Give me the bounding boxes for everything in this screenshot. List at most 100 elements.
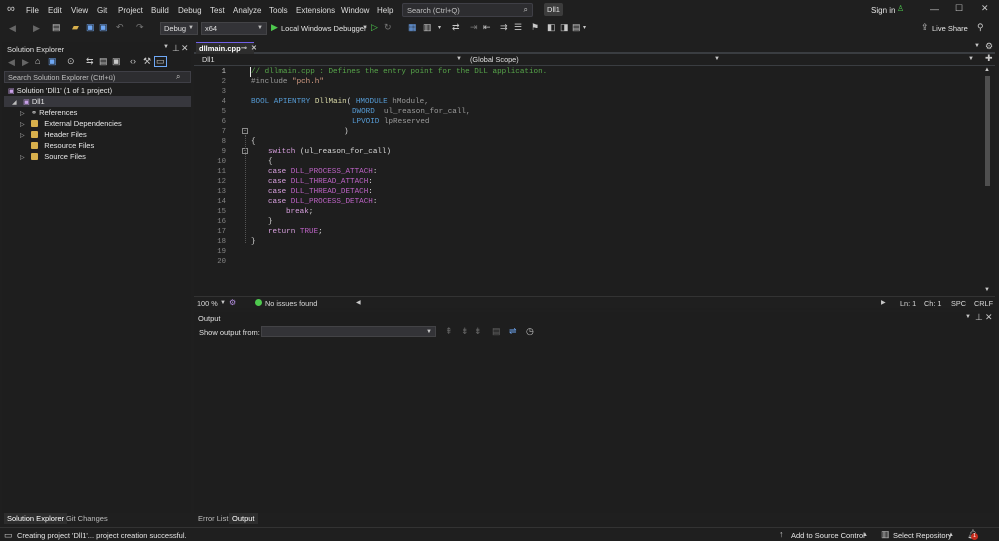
- tab-list-icon[interactable]: ▼: [974, 43, 980, 49]
- bookmark-icon[interactable]: ⚑: [531, 23, 539, 32]
- scroll-left-icon[interactable]: ◀: [356, 300, 361, 306]
- forward-icon[interactable]: ▶: [33, 24, 40, 33]
- menu-edit[interactable]: Edit: [48, 6, 62, 15]
- close-icon[interactable]: ✕: [981, 4, 989, 13]
- toolbar-overflow-icon[interactable]: ▾: [438, 25, 441, 31]
- chevron-up-icon[interactable]: ▲: [948, 532, 954, 538]
- chevron-up-icon[interactable]: ▲: [862, 532, 868, 538]
- configuration-dropdown[interactable]: Debug ▼: [160, 22, 198, 35]
- close-icon[interactable]: ✕: [181, 44, 189, 53]
- code-text-area[interactable]: // dllmain.cpp : Defines the entry point…: [250, 67, 980, 295]
- collapse-block-icon[interactable]: -: [242, 128, 248, 134]
- char-indicator[interactable]: Ch: 1: [924, 299, 941, 308]
- settings-icon[interactable]: ⚙: [985, 42, 993, 51]
- code-map-icon[interactable]: ⇄: [452, 23, 460, 32]
- scope-dropdown[interactable]: (Global Scope) ▼: [470, 55, 720, 65]
- pin-icon[interactable]: ⊥: [172, 44, 180, 53]
- live-share-button[interactable]: Live Share: [932, 24, 968, 33]
- layout-icon[interactable]: ▥: [423, 23, 432, 32]
- timestamp-icon[interactable]: ◷: [526, 327, 534, 336]
- scroll-down-icon[interactable]: ▼: [984, 287, 990, 293]
- minimize-icon[interactable]: —: [930, 5, 939, 14]
- close-icon[interactable]: ✕: [251, 45, 257, 52]
- clear-all-icon[interactable]: ▤: [492, 327, 501, 336]
- collapse-all-icon[interactable]: ▣: [112, 57, 121, 66]
- search-box[interactable]: Search (Ctrl+Q) ⌕: [402, 3, 533, 17]
- back-icon[interactable]: ◀: [9, 24, 16, 33]
- save-all-icon[interactable]: ▣: [99, 23, 108, 32]
- live-share-icon[interactable]: ⇪: [921, 23, 929, 32]
- view-code-icon[interactable]: ‹›: [130, 57, 136, 66]
- tab-git-changes[interactable]: Git Changes: [63, 513, 111, 524]
- issues-status[interactable]: No issues found: [265, 299, 317, 308]
- tree-item-source-files[interactable]: ▷ Source Files: [20, 151, 86, 162]
- switch-views-icon[interactable]: ▣: [48, 57, 57, 66]
- word-wrap-icon[interactable]: ⇌: [509, 327, 517, 336]
- next-bookmark-icon[interactable]: ◨: [560, 23, 569, 32]
- line-ending-indicator[interactable]: CRLF: [974, 299, 993, 308]
- tree-item-external-dependencies[interactable]: ▷ External Dependencies: [20, 118, 122, 129]
- tree-item-resource-files[interactable]: Resource Files: [20, 140, 94, 151]
- step-over-icon[interactable]: ⇥: [470, 23, 478, 32]
- go-to-next-icon[interactable]: ⇟: [474, 327, 482, 336]
- select-repository-button[interactable]: Select Repository: [893, 531, 952, 540]
- maximize-icon[interactable]: ☐: [955, 4, 963, 13]
- redo-icon[interactable]: ↷: [136, 23, 144, 32]
- tree-project-node[interactable]: ◢ ▣ Dll1: [4, 96, 191, 107]
- back-icon[interactable]: ◀: [8, 58, 15, 67]
- sync-icon[interactable]: ⇆: [86, 57, 94, 66]
- menu-view[interactable]: View: [71, 6, 88, 15]
- indent-icon[interactable]: ⇉: [500, 23, 508, 32]
- forward-icon[interactable]: ▶: [22, 58, 29, 67]
- undo-icon[interactable]: ↶: [116, 23, 124, 32]
- outdent-icon[interactable]: ☰: [514, 23, 522, 32]
- panel-menu-icon[interactable]: ▼: [163, 44, 169, 50]
- browser-link-icon[interactable]: ▦: [408, 23, 417, 32]
- whitespace-indicator[interactable]: SPC: [951, 299, 966, 308]
- menu-tools[interactable]: Tools: [269, 6, 288, 15]
- platform-dropdown[interactable]: x64 ▼: [201, 22, 267, 35]
- tab-solution-explorer[interactable]: Solution Explorer: [4, 513, 68, 524]
- project-dropdown[interactable]: Dll1 ▼: [202, 55, 466, 65]
- account-icon[interactable]: ♙: [897, 5, 904, 13]
- output-window-icon[interactable]: ▭: [4, 531, 13, 540]
- refresh-icon[interactable]: ▤: [99, 57, 108, 66]
- preview-icon[interactable]: ▭: [154, 56, 167, 67]
- menu-test[interactable]: Test: [210, 6, 225, 15]
- scroll-right-icon[interactable]: ▶: [881, 300, 886, 306]
- open-file-icon[interactable]: ▰: [72, 23, 79, 32]
- find-message-icon[interactable]: ⇞: [445, 327, 453, 336]
- menu-help[interactable]: Help: [377, 6, 393, 15]
- zoom-level[interactable]: 100 %: [197, 299, 218, 308]
- start-debugging-button[interactable]: Local Windows Debugger: [281, 24, 366, 33]
- vertical-scrollbar[interactable]: ▲ ▼: [983, 66, 992, 294]
- save-icon[interactable]: ▣: [86, 23, 95, 32]
- sign-in-link[interactable]: Sign in: [871, 6, 895, 15]
- toolbar-overflow-icon[interactable]: ▾: [583, 25, 586, 31]
- scroll-thumb[interactable]: [985, 76, 990, 186]
- step-into-icon[interactable]: ⇤: [483, 23, 491, 32]
- chevron-down-icon[interactable]: ▼: [362, 25, 368, 31]
- intellicode-icon[interactable]: ⚙: [229, 299, 236, 307]
- start-debugging-icon[interactable]: ▶: [271, 23, 278, 32]
- tree-solution-node[interactable]: ▣ Solution 'Dll1' (1 of 1 project): [8, 85, 191, 96]
- tab-error-list[interactable]: Error List: [195, 513, 231, 524]
- home-icon[interactable]: ⌂: [35, 57, 40, 66]
- refresh-icon[interactable]: ↻: [384, 23, 392, 32]
- new-project-icon[interactable]: ▤: [52, 23, 61, 32]
- pin-icon[interactable]: ⊸: [241, 45, 247, 52]
- menu-debug[interactable]: Debug: [178, 6, 202, 15]
- go-to-previous-icon[interactable]: ⇟: [461, 327, 469, 336]
- panel-menu-icon[interactable]: ▼: [965, 314, 971, 320]
- menu-project[interactable]: Project: [118, 6, 143, 15]
- close-icon[interactable]: ✕: [985, 313, 993, 322]
- tree-item-header-files[interactable]: ▷ Header Files: [20, 129, 87, 140]
- add-to-source-control-button[interactable]: Add to Source Control: [791, 531, 865, 540]
- feedback-icon[interactable]: ⚲: [977, 23, 984, 32]
- pending-changes-filter-icon[interactable]: ⊙: [67, 57, 75, 66]
- menu-window[interactable]: Window: [341, 6, 369, 15]
- line-indicator[interactable]: Ln: 1: [900, 299, 916, 308]
- notification-count[interactable]: 1: [971, 533, 978, 540]
- collapsed-arrow-icon[interactable]: ▷: [20, 153, 29, 164]
- add-icon[interactable]: ✚: [985, 54, 993, 63]
